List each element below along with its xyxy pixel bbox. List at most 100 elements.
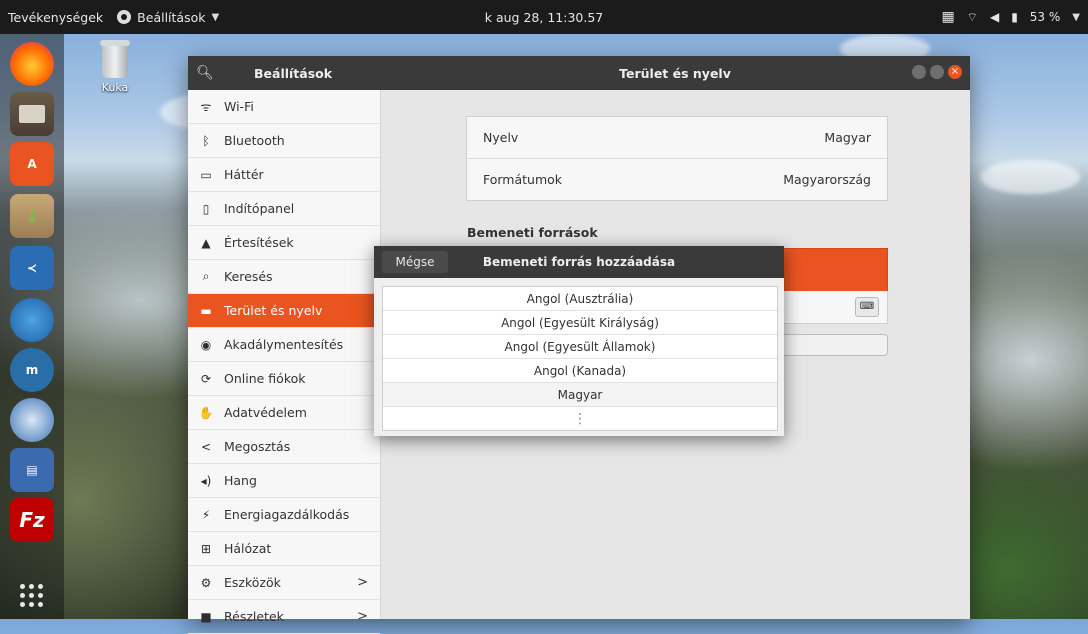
list-item[interactable]: Angol (Ausztrália) [383,287,777,311]
sidebar-item-wifi[interactable]: ᯤ Wi-Fi [188,90,380,124]
details-icon: ■ [200,609,212,624]
add-input-source-dialog: Bemeneti forrás hozzáadása Mégse Angol (… [374,246,784,436]
firefox-icon[interactable] [10,42,54,86]
list-item[interactable]: Angol (Kanada) [383,359,777,383]
chevron-down-icon: ▼ [1072,11,1080,23]
maximize-button[interactable] [930,65,944,79]
list-item-label: Magyar [557,387,603,402]
sidebar-item-details[interactable]: ■ Részletek > [188,600,380,634]
moodle-icon[interactable]: m [10,348,54,392]
battery-label: 53 % [1029,10,1061,24]
thunderbird-icon[interactable] [10,298,54,342]
search-icon: ⌕ [202,269,210,283]
list-item[interactable]: Angol (Egyesült Királyság) [383,311,777,335]
background-icon: ▭ [200,167,212,182]
remote-desktop-icon[interactable]: ▤ [10,448,54,492]
sidebar-item-online-accounts[interactable]: ⟳ Online fiókok [188,362,380,396]
show-applications-icon[interactable] [20,584,44,608]
sidebar-item-sharing[interactable]: < Megosztás [188,430,380,464]
search-button[interactable]: 🔍︎ [188,56,222,90]
software-center-icon[interactable]: A [10,142,54,186]
input-sources-heading: Bemeneti források [467,225,598,240]
wifi-icon: ᯤ [200,100,212,114]
sidebar-item-label: Akadálymentesítés [224,337,344,352]
dock-icon: ▯ [202,201,210,216]
window-headerbar: 🔍︎ Beállítások Terület és nyelv × [188,56,970,90]
close-button[interactable]: × [948,65,962,79]
wallpaper-cloud [980,160,1080,194]
formats-row[interactable]: Formátumok Magyarország [467,159,887,200]
language-format-card: Nyelv Magyar Formátumok Magyarország [466,116,888,201]
sidebar-item-sound[interactable]: ◂) Hang [188,464,380,498]
sidebar-item-search[interactable]: ⌕ Keresés [188,260,380,294]
activities-label: Tevékenységek [8,9,104,25]
settings-sidebar: ᯤ Wi-Fi ᛒ Bluetooth ▭ Háttér ▯ Indítópanel ▲… [188,90,381,634]
language-value: Magyar [824,130,871,145]
volume-icon: ◀ [989,10,1000,24]
sidebar-item-network[interactable]: ⊞ Hálózat [188,532,380,566]
window-controls: × [912,65,962,79]
sound-icon: ◂) [200,473,212,488]
sidebar-item-label: Értesítések [224,235,294,250]
language-label: Nyelv [483,130,519,145]
sidebar-item-label: Terület és nyelv [224,303,323,318]
input-source-list: Angol (Ausztrália) Angol (Egyesült Királ… [382,286,778,431]
more-items-button[interactable]: ⋮ [383,407,777,430]
dialog-headerbar: Bemeneti forrás hozzáadása Mégse [374,246,784,278]
filezilla-icon[interactable]: Fz [10,498,54,542]
archive-installer-icon[interactable]: ↓ [10,194,54,238]
sidebar-item-privacy[interactable]: ✋ Adatvédelem [188,396,380,430]
keyboard-icon[interactable]: ⌨ [855,297,879,317]
thunderbird-alt-icon[interactable] [10,398,54,442]
sidebar-item-label: Adatvédelem [224,405,307,420]
sidebar-item-label: Bluetooth [224,133,285,148]
sidebar-item-label: Keresés [224,269,273,284]
sidebar-item-label: Wi-Fi [224,99,254,114]
sidebar-item-background[interactable]: ▭ Háttér [188,158,380,192]
sidebar-item-bluetooth[interactable]: ᛒ Bluetooth [188,124,380,158]
workspace-grid-icon[interactable]: ▦ [941,9,954,25]
cancel-button[interactable]: Mégse [382,251,448,273]
top-bar: Tevékenységek Beállítások ▼ k aug 28, 11… [0,0,1088,34]
sidebar-item-label: Online fiókok [224,371,306,386]
region-icon: ▬ [200,303,212,318]
files-icon[interactable] [10,92,54,136]
sidebar-item-accessibility[interactable]: ◉ Akadálymentesítés [188,328,380,362]
sidebar-item-label: Háttér [224,167,264,182]
sidebar-item-notifications[interactable]: ▲ Értesítések [188,226,380,260]
cancel-label: Mégse [395,255,435,269]
list-item-label: Angol (Ausztrália) [526,291,634,306]
minimize-button[interactable] [912,65,926,79]
bluetooth-icon: ᛒ [202,133,210,148]
formats-label: Formátumok [483,172,563,187]
search-icon: 🔍︎ [196,65,214,81]
list-item-label: Angol (Kanada) [533,363,627,378]
sidebar-item-dock[interactable]: ▯ Indítópanel [188,192,380,226]
sidebar-item-region-language[interactable]: ▬ Terület és nyelv [188,294,380,328]
network-icon: ⊞ [200,541,212,556]
app-menu-button[interactable]: Beállítások ▼ [117,10,219,25]
trash-label: Kuka [101,81,129,94]
sidebar-item-label: Energiagazdálkodás [224,507,350,522]
vscode-icon[interactable]: ≺ [10,246,54,290]
sidebar-item-label: Részletek [224,609,284,624]
sidebar-title: Beállítások [254,65,333,81]
privacy-icon: ✋ [198,405,214,420]
devices-icon: ⚙ [200,575,212,590]
system-tray[interactable]: ▦ ⌔ ◀ ▮ 53 % ▼ [941,0,1080,34]
gear-icon [117,10,132,24]
clock-label: k aug 28, 11:30.57 [484,9,604,25]
app-menu-label: Beállítások [137,9,206,25]
sidebar-item-power[interactable]: ⚡ Energiagazdálkodás [188,498,380,532]
sidebar-item-label: Hang [224,473,257,488]
dock: A ↓ ≺ m ▤ Fz [0,34,64,619]
language-row[interactable]: Nyelv Magyar [467,117,887,159]
sidebar-item-label: Megosztás [224,439,291,454]
sidebar-item-devices[interactable]: ⚙ Eszközök > [188,566,380,600]
window-title: Terület és nyelv [619,65,731,81]
accessibility-icon: ◉ [200,337,212,352]
list-item[interactable]: Angol (Egyesült Államok) [383,335,777,359]
list-item[interactable]: Magyar [383,383,777,407]
trash-desktop-item[interactable]: Kuka [90,40,140,94]
activities-button[interactable]: Tevékenységek [8,10,103,25]
